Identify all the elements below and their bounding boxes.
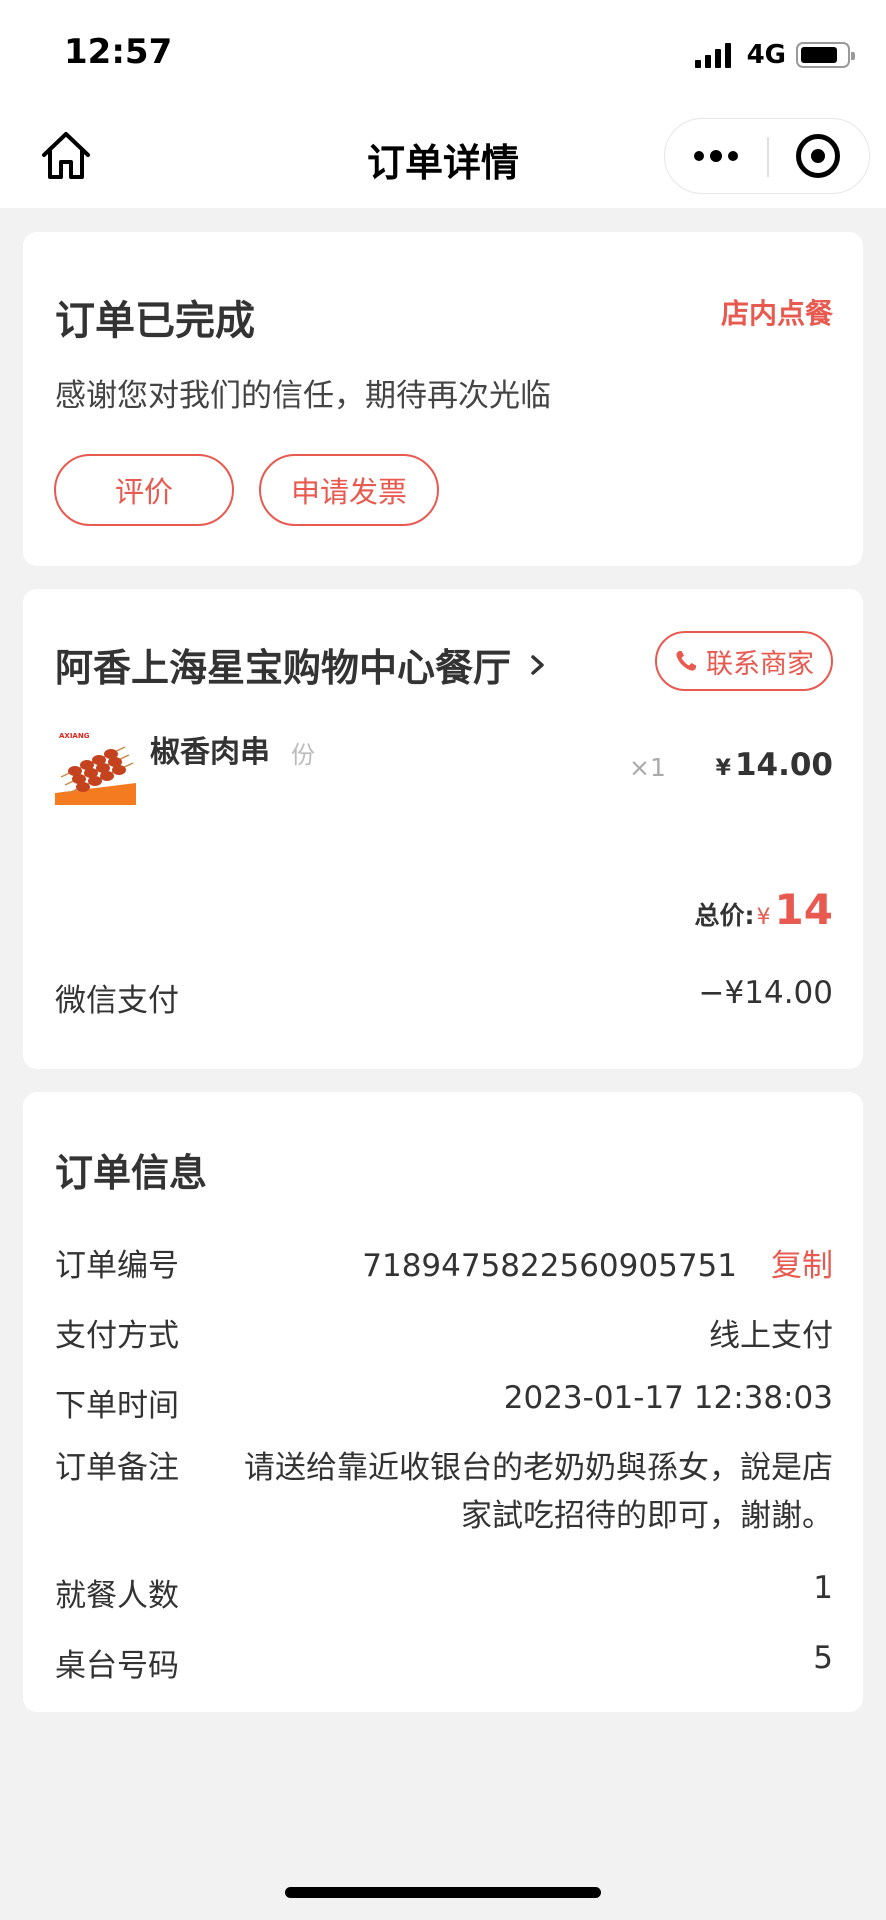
order-time-label: 下单时间 — [55, 1388, 179, 1424]
table-row: 桌台号码 5 — [55, 1640, 833, 1685]
item-price-value: 14.00 — [734, 747, 833, 783]
review-button[interactable]: 评价 — [54, 454, 234, 526]
item-unit: 份 — [291, 741, 315, 769]
network-type: 4G — [746, 40, 786, 70]
close-target-icon — [796, 134, 840, 178]
item-price: ¥14.00 — [716, 747, 833, 783]
payment-amount: −¥14.00 — [698, 975, 833, 1011]
payment-method: 微信支付 — [55, 983, 179, 1019]
contact-merchant-button[interactable]: 联系商家 — [655, 631, 833, 691]
contact-merchant-label: 联系商家 — [706, 648, 814, 680]
item-thumb-brand: AXIANG — [59, 732, 90, 740]
home-indicator[interactable] — [285, 1887, 601, 1898]
order-number: 7189475822560905751 — [362, 1248, 737, 1284]
order-note-label: 订单备注 — [55, 1450, 179, 1486]
order-note-row: 订单备注 请送给靠近收银台的老奶奶與孫女，說是店家試吃招待的即可，謝謝。 — [55, 1444, 833, 1540]
store-name: 阿香上海星宝购物中心餐厅 — [55, 646, 512, 690]
signal-icon — [694, 42, 735, 68]
order-info-title: 订单信息 — [55, 1151, 208, 1195]
thanks-message: 感谢您对我们的信任，期待再次光临 — [55, 378, 551, 414]
item-price-currency: ¥ — [715, 756, 731, 781]
order-note: 请送给靠近收银台的老奶奶與孫女，說是店家試吃招待的即可，謝謝。 — [244, 1450, 833, 1534]
total-currency: ¥ — [756, 905, 771, 930]
mini-program-capsule — [664, 118, 870, 194]
battery-icon — [796, 42, 855, 68]
order-info-card: 订单信息 订单编号 7189475822560905751 复制 支付方式 线上支… — [23, 1092, 863, 1712]
diners-count: 1 — [813, 1570, 833, 1606]
payment-type-row: 支付方式 线上支付 — [55, 1310, 833, 1355]
invoice-button[interactable]: 申请发票 — [259, 454, 439, 526]
order-number-row: 订单编号 7189475822560905751 复制 — [55, 1240, 833, 1285]
status-time: 12:57 — [64, 32, 173, 72]
status-bar: 12:57 4G — [0, 0, 886, 104]
copy-button[interactable]: 复制 — [771, 1248, 833, 1284]
diners-label: 就餐人数 — [55, 1578, 179, 1614]
item-thumbnail: AXIANG — [55, 727, 136, 805]
nav-bar: 订单详情 — [0, 104, 886, 208]
close-button[interactable] — [767, 119, 869, 193]
item-name: 椒香肉串 — [150, 735, 270, 770]
status-indicators: 4G — [694, 38, 855, 72]
order-status-title: 订单已完成 — [55, 298, 255, 344]
phone-icon — [676, 651, 696, 671]
order-number-label: 订单编号 — [55, 1248, 179, 1284]
store-link[interactable]: 阿香上海星宝购物中心餐厅 — [55, 637, 549, 692]
order-time-row: 下单时间 2023-01-17 12:38:03 — [55, 1380, 833, 1425]
item-quantity: ×1 — [629, 753, 666, 782]
order-number-group: 7189475822560905751 复制 — [362, 1240, 833, 1285]
order-detail-page: 12:57 4G 订单详情 订单已完成 店内点餐 感谢您对我们的信任，期待再次光… — [0, 0, 886, 1920]
payment-type-label: 支付方式 — [55, 1318, 179, 1354]
more-dots-icon — [691, 149, 741, 162]
payment-type: 线上支付 — [709, 1318, 833, 1354]
order-type-badge: 店内点餐 — [720, 297, 833, 330]
table-number-label: 桌台号码 — [55, 1648, 179, 1684]
chevron-right-icon — [531, 654, 544, 675]
order-status-card: 订单已完成 店内点餐 感谢您对我们的信任，期待再次光临 评价 申请发票 — [23, 232, 863, 566]
table-number: 5 — [813, 1640, 833, 1676]
order-time: 2023-01-17 12:38:03 — [503, 1380, 833, 1416]
order-items-card: 阿香上海星宝购物中心餐厅 联系商家 AXIANG 椒香肉串 份 ×1 ¥ 14.… — [23, 589, 863, 1069]
total-label: 总价: — [694, 901, 755, 930]
total-value: 14 — [774, 885, 833, 934]
more-button[interactable] — [665, 119, 767, 193]
diners-row: 就餐人数 1 — [55, 1570, 833, 1615]
total-price: 总价: ¥ 14 — [695, 885, 833, 934]
